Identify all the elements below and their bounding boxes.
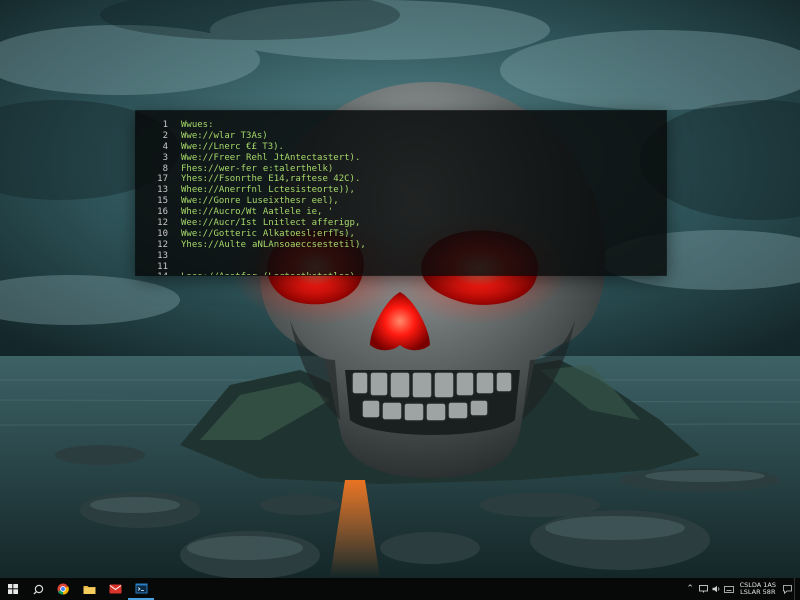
line-text-extra: Alkatoesl;erfTs), [262,228,355,239]
terminal-line: 12 Wee://Aucr/Ist Lnitlect afferigp, [146,218,404,229]
terminal-line: 4 Wwe://Lnerc €£ T3). [146,142,404,153]
line-text-extra: E14,raftese 42C). [268,174,361,185]
line-text: Wwues: [181,120,214,130]
line-number: 3 [162,152,168,163]
terminal-output: 1 Wwues: 2 Wwe://wlar T3As) 4 Wwe://Lnerc €£ … [146,120,404,275]
clock-date: LSLAR 58R [740,588,776,596]
taskbar-app-terminal[interactable] [128,578,154,600]
terminal-app-icon [135,583,147,593]
skull-wallpaper [0,0,800,578]
volume-icon[interactable] [710,578,723,600]
line-text: Wwe://wlar T3As) [181,130,268,141]
line-number: 14 [146,272,168,275]
show-desktop-button[interactable] [794,578,800,600]
terminal-line: 3 Wwe://Freer Rehl JtAntectastert). [146,153,404,164]
windows-logo-icon [8,584,18,594]
search-button[interactable] [26,578,50,600]
system-tray: ⌃ CSLDA 1AS LSLAR 58R [684,578,800,600]
line-number: 4 [162,141,168,152]
line-number: 10 [157,228,168,239]
terminal-line: 12 Yhes://Aulte aNLAnsoaeccsestetil), [146,240,404,251]
notification-icon[interactable] [781,578,794,600]
line-text-extra: Lctesisteorte)), [268,185,355,196]
line-number: 12 [157,239,168,250]
line-text-extra: e:talerthelk) [262,163,334,174]
keyboard-icon[interactable] [723,578,736,600]
chrome-icon [57,583,69,595]
desktop[interactable]: 1 Wwues: 2 Wwe://wlar T3As) 4 Wwe://Lnerc €£ … [0,0,800,578]
terminal-line: 14 Laes://Aestfer (Lartactkstatlee) [146,272,404,275]
terminal-line: 1 Wwues: [146,120,404,131]
line-text: Whe://Aucro/Wt [181,207,257,218]
line-text-extra: (Lartactkstatlee) [263,272,355,275]
line-text-extra: Lnitlect afferigp, [262,218,361,229]
folder-icon [83,585,95,594]
line-text: Whee://Anerrfnl [181,185,263,196]
taskbar: ⌃ CSLDA 1AS LSLAR 58R [0,578,800,600]
terminal-line: 2 Wwe://wlar T3As) [146,131,404,142]
taskbar-app-file-explorer[interactable] [76,578,102,600]
line-number: 13 [157,250,168,261]
terminal-line: 13 Whee://Anerrfnl Lctesisteorte)), [146,185,404,196]
terminal-line: 17 Yhes://Fsonrthe E14,raftese 42C). [146,174,404,185]
terminal-window[interactable]: 1 Wwues: 2 Wwe://wlar T3As) 4 Wwe://Lnerc €£ … [136,111,666,275]
terminal-line: 8 Fhes://wer-fer e:talerthelk) [146,164,404,175]
line-text: Wwe://Gonre [181,196,241,207]
line-number: 11 [157,261,168,272]
line-text: Yhes://Fsonrthe [181,174,263,185]
taskbar-app-chrome[interactable] [50,578,76,600]
terminal-line: 10 Wwe://Gotteric Alkatoesl;erfTs), [146,229,404,240]
line-text: Fhes://wer-fer [181,163,257,174]
terminal-line: 13 [146,251,404,262]
mail-icon [109,584,121,594]
line-text: Wwe://Freer Rehl [181,152,268,163]
line-number: 17 [157,174,168,185]
line-text: Laes://Aestfer [181,272,257,275]
terminal-line: 15 Wwe://Gonre Luseixthesr eel), [146,196,404,207]
start-button[interactable] [0,578,26,600]
line-text-extra: Luseixthesr eel), [246,196,339,207]
chevron-up-icon[interactable]: ⌃ [684,578,697,600]
line-text: Yhes://Aulte [181,239,247,250]
line-text: Wee://Aucr/Ist [181,218,257,229]
network-icon[interactable] [697,578,710,600]
line-number: 13 [157,185,168,196]
line-number: 15 [157,196,168,207]
line-number: 8 [162,163,168,174]
line-number: 12 [157,218,168,229]
line-text-extra: JtAntectastert). [273,152,361,163]
terminal-line: 16 Whe://Aucro/Wt Aatlele ie, ' [146,207,404,218]
line-text: Wwe://Lnerc €£ T3). [181,141,284,152]
line-text-extra: aNLAnsoaeccsestetil), [252,239,366,250]
terminal-line: 11 [146,262,404,273]
line-text: Wwe://Gotteric [181,228,257,239]
line-number: 16 [157,207,168,218]
taskbar-app-mail[interactable] [102,578,128,600]
taskbar-clock[interactable]: CSLDA 1AS LSLAR 58R [736,582,781,596]
line-number: 2 [162,130,168,141]
search-icon [33,584,43,594]
line-text-extra: Aatlele ie, ' [262,207,334,218]
line-number: 1 [162,120,168,130]
